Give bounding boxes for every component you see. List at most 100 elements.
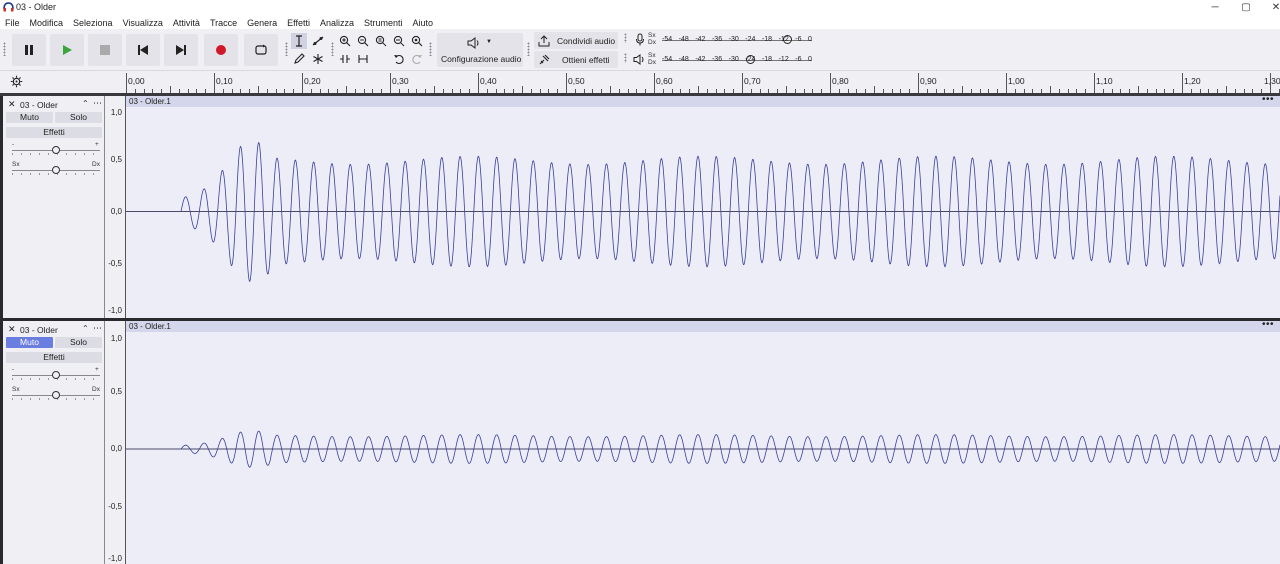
effects-button[interactable]: Effetti [6,352,102,363]
toolbar-grip[interactable] [624,33,627,43]
solo-button[interactable]: Solo [55,337,102,348]
multi-tool-button[interactable] [310,51,326,67]
record-level-knob[interactable] [783,35,792,44]
track-menu-icon[interactable]: ⋯ [93,323,102,334]
zoom-out-button[interactable] [355,33,371,49]
share-icon [538,35,550,47]
fit-project-button[interactable] [391,33,407,49]
menu-strumenti[interactable]: Strumenti [359,15,408,29]
redo-button[interactable] [409,51,425,67]
menu-genera[interactable]: Genera [242,15,282,29]
fit-selection-button[interactable] [373,33,389,49]
timeline[interactable]: 0,00 0,10 0,20 0,30 0,40 0,50 0,60 0,70 0,80 0,90… [0,71,1280,93]
track-name[interactable]: 03 - Older [20,100,58,110]
skip-end-button[interactable] [164,34,198,66]
audio-track[interactable]: ✕ 03 - Older ⌃ ⋯ Muto Solo Effetti - + S… [0,319,1280,564]
ruler-label: 1,20 [1184,76,1201,86]
ruler-label: 0,40 [480,76,497,86]
minimize-button[interactable]: ─ [1200,0,1230,15]
toolbar-grip[interactable] [527,42,530,56]
track-control-panel[interactable]: ✕ 03 - Older ⌃ ⋯ Muto Solo Effetti - + S… [3,96,105,318]
menu-seleziona[interactable]: Seleziona [68,15,118,29]
ruler-label: 0,30 [392,76,409,86]
waveform-area[interactable]: 03 - Older.1 ••• [126,319,1280,564]
meter-right-label: Dx [648,59,656,66]
zoom-in-button[interactable] [337,33,353,49]
waveform [126,430,1280,468]
track-menu-icon[interactable]: ⋯ [93,98,102,109]
menu-effetti[interactable]: Effetti [282,15,315,29]
record-meter[interactable]: Sx Dx -54 -48 -42 -36 -30 -24 -18 -12 -6 0 [632,32,812,48]
gain-slider[interactable]: - + [12,366,102,381]
effects-button[interactable]: Effetti [6,127,102,138]
loop-button[interactable] [244,34,278,66]
speaker-icon [633,54,644,65]
pan-knob[interactable] [52,391,60,399]
zoom-toggle-button[interactable] [409,33,425,49]
draw-tool-button[interactable] [291,51,307,67]
menu-file[interactable]: File [0,15,25,29]
collapse-track-icon[interactable]: ⌃ [82,324,89,333]
pan-slider[interactable]: Sx Dx [12,161,102,176]
zoom-toggle-icon [411,35,423,47]
collapse-track-icon[interactable]: ⌃ [82,99,89,108]
playback-meter[interactable]: Sx Dx -54 -48 -42 -36 -30 -24 -18 -12 -6 0 [632,52,812,68]
time-ruler[interactable]: 0,00 0,10 0,20 0,30 0,40 0,50 0,60 0,70 0,80 0,90… [126,71,1280,93]
selection-tool-button[interactable] [291,33,307,49]
gain-slider[interactable]: - + [12,141,102,156]
menu-tracce[interactable]: Tracce [205,15,242,29]
skip-start-button[interactable] [126,34,160,66]
menu-aiuto[interactable]: Aiuto [408,15,439,29]
solo-button[interactable]: Solo [55,112,102,123]
trim-button[interactable] [337,51,353,67]
play-button[interactable] [50,34,84,66]
toolbar-grip[interactable] [624,53,627,63]
toolbar-grip[interactable] [429,42,432,56]
menu-attivita[interactable]: Attività [168,15,205,29]
pan-right-label: Dx [92,161,100,168]
text-cursor-icon [296,35,302,47]
pan-slider[interactable]: Sx Dx [12,386,102,401]
record-button[interactable] [204,34,238,66]
audio-track[interactable]: ✕ 03 - Older ⌃ ⋯ Muto Solo Effetti - + S… [0,94,1280,318]
mute-button[interactable]: Muto [6,112,53,123]
silence-icon [358,55,368,63]
menu-visualizza[interactable]: Visualizza [118,15,168,29]
pan-knob[interactable] [52,166,60,174]
silence-button[interactable] [355,51,371,67]
trim-icon [340,55,350,63]
waveform-area[interactable]: 03 - Older.1 ••• [126,94,1280,318]
close-window-button[interactable]: ✕ [1261,0,1280,15]
pause-button[interactable] [12,34,46,66]
envelope-tool-button[interactable] [310,33,326,49]
toolbar-grip[interactable] [331,42,334,56]
audio-setup-button[interactable]: ▼ Configurazione audio [437,33,523,67]
get-effects-label: Ottieni effetti [562,55,610,65]
gain-knob[interactable] [52,146,60,154]
playback-level-knob[interactable] [746,55,755,64]
mute-button[interactable]: Muto [6,337,53,348]
share-audio-button[interactable]: Condividi audio [534,32,618,49]
ruler-label: 0,00 [128,76,145,86]
get-effects-button[interactable]: Ottieni effetti [534,51,618,68]
zoom-in-icon [339,35,351,47]
gear-icon[interactable] [10,75,23,88]
stop-button[interactable] [88,34,122,66]
close-track-icon[interactable]: ✕ [8,99,16,110]
close-track-icon[interactable]: ✕ [8,324,16,335]
toolbar-grip[interactable] [285,42,288,56]
ruler-label: 0,90 [920,76,937,86]
toolbar-grip[interactable] [3,42,6,56]
track-name[interactable]: 03 - Older [20,325,58,335]
menu-bar: File Modifica Seleziona Visualizza Attiv… [0,15,1280,29]
waveform [126,142,1280,282]
menu-analizza[interactable]: Analizza [315,15,359,29]
ruler-label: 1,00 [1008,76,1025,86]
gain-knob[interactable] [52,371,60,379]
stop-icon [100,45,110,55]
undo-button[interactable] [391,51,407,67]
ruler-label: 0,10 [216,76,233,86]
menu-modifica[interactable]: Modifica [25,15,69,29]
track-control-panel[interactable]: ✕ 03 - Older ⌃ ⋯ Muto Solo Effetti - + S… [3,321,105,564]
maximize-button[interactable]: ▢ [1231,0,1261,15]
